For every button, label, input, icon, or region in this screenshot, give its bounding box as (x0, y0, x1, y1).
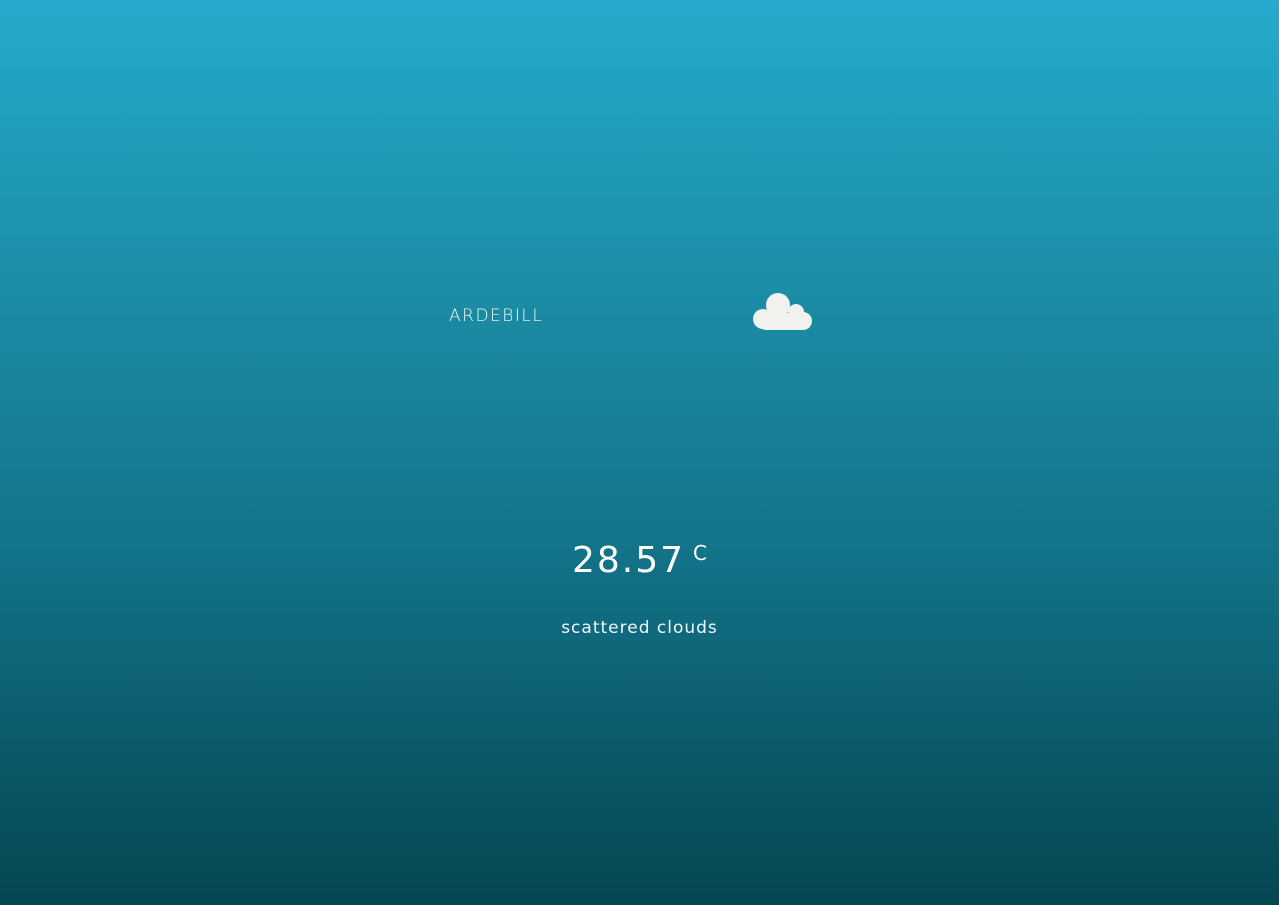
temperature-unit: C (693, 541, 708, 565)
temperature-row: 28.57 C (0, 540, 1279, 581)
weather-description: scattered clouds (561, 618, 718, 638)
location-name: ARDEBILL (449, 306, 544, 326)
cloud-icon (752, 291, 814, 331)
temperature-value: 28.57 (571, 540, 686, 581)
